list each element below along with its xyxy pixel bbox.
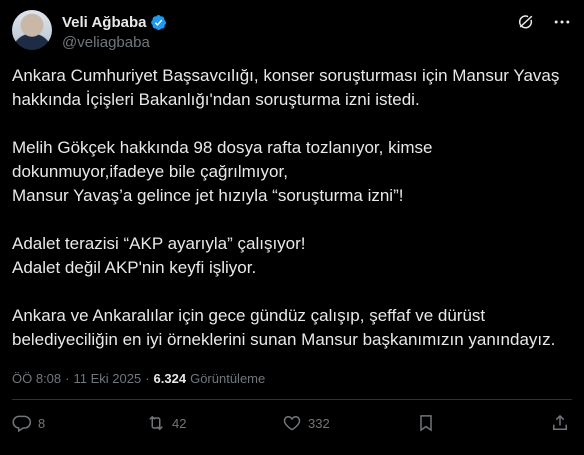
share-icon (553, 414, 567, 430)
more-icon[interactable] (552, 12, 572, 32)
author-name-row: Veli Ağbaba (62, 14, 167, 31)
action-bar: 8 42 332 (12, 413, 572, 443)
reply-icon (12, 415, 32, 433)
tweet-time[interactable]: ÖÖ 8:08 (12, 371, 61, 386)
tweet-line: Melih Gökçek hakkında 98 dosya rafta toz… (12, 138, 433, 157)
share-button[interactable] (550, 413, 570, 433)
repost-button[interactable]: 42 (146, 413, 186, 433)
verified-badge-icon (151, 15, 167, 30)
tweet-line: belediyeciliğin en iyi örneklerini sunan… (12, 330, 556, 349)
bookmark-icon (420, 415, 432, 432)
tweet-line: Ankara Cumhuriyet Başsavcılığı, konser s… (12, 66, 560, 85)
avatar[interactable] (12, 10, 52, 50)
tweet-line: Mansur Yavaş’a gelince jet hızıyla “soru… (12, 186, 404, 205)
tweet-line: Ankara ve Ankaralılar için gece gündüz ç… (12, 306, 486, 325)
tweet-line: hakkında İçişleri Bakanlığı'ndan soruştu… (12, 90, 420, 109)
view-count[interactable]: 6.324 (154, 371, 187, 386)
tweet-line: Adalet terazisi “AKP ayarıyla” çalışıyor… (12, 234, 306, 253)
tweet-line: dokunmuyor,ifadeye bile çağrılmıyor, (12, 162, 288, 181)
meta-separator: · (145, 371, 150, 386)
tweet-header: Veli Ağbaba @veliagbaba (12, 10, 572, 54)
repost-count: 42 (172, 415, 187, 431)
tweet-date[interactable]: 11 Eki 2025 (73, 371, 141, 386)
reply-button[interactable]: 8 (12, 413, 45, 433)
bookmark-button[interactable] (416, 413, 436, 433)
heart-icon (283, 415, 301, 431)
author-handle[interactable]: @veliagbaba (62, 34, 150, 51)
reply-count: 8 (38, 415, 46, 431)
like-button[interactable]: 332 (282, 413, 330, 433)
repost-icon (149, 415, 163, 431)
author-display-name[interactable]: Veli Ağbaba (62, 14, 146, 31)
tweet-meta: ÖÖ 8:08 · 11 Eki 2025 · 6.324 Görüntülem… (12, 371, 265, 386)
tweet-text: Ankara Cumhuriyet Başsavcılığı, konser s… (12, 64, 578, 352)
divider (12, 399, 572, 400)
like-count: 332 (308, 415, 330, 431)
views-label: Görüntüleme (190, 371, 266, 386)
meta-separator: · (65, 371, 70, 386)
tweet-line: Adalet değil AKP'nin keyfi işliyor. (12, 258, 257, 277)
grok-icon[interactable] (516, 12, 536, 32)
